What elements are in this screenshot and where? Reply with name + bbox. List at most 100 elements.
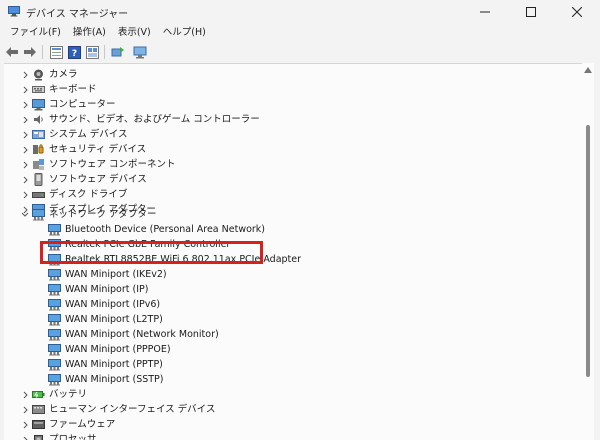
- network-adapter-icon: [48, 269, 61, 281]
- maximize-button[interactable]: [508, 0, 554, 24]
- tree-category-software-devices[interactable]: ソフトウェア デバイス: [4, 172, 564, 187]
- toolbar: ?: [0, 42, 600, 62]
- list-view-button[interactable]: [84, 44, 100, 60]
- tree-label: WAN Miniport (PPPOE): [65, 344, 171, 355]
- minimize-icon: [480, 11, 490, 13]
- tree-label: WAN Miniport (Network Monitor): [65, 329, 219, 340]
- network-adapter-icon: [48, 284, 61, 296]
- expand-chevron-icon[interactable]: [20, 127, 30, 142]
- expand-chevron-icon[interactable]: [20, 417, 30, 432]
- network-adapter-icon: [48, 344, 61, 356]
- tree-label: WAN Miniport (IP): [65, 284, 149, 295]
- sound-icon: [34, 115, 43, 124]
- menu-action[interactable]: 操作(A): [67, 24, 112, 42]
- expand-chevron-icon[interactable]: [20, 82, 30, 97]
- scroll-up-arrow-icon[interactable]: [584, 67, 592, 73]
- expand-chevron-icon[interactable]: [20, 432, 30, 440]
- network-adapter-icon: [48, 314, 61, 326]
- device-manager-app-icon: [8, 6, 20, 17]
- tree-label: カメラ: [49, 69, 78, 80]
- expand-chevron-icon[interactable]: [20, 172, 30, 187]
- processor-icon: [34, 435, 43, 440]
- svg-text:?: ?: [71, 49, 76, 59]
- computer-icon: [32, 99, 45, 111]
- expand-chevron-icon[interactable]: [20, 67, 30, 82]
- back-arrow-icon: [6, 47, 18, 57]
- network-adapter-icon: [48, 299, 61, 311]
- update-driver-icon: [111, 46, 124, 56]
- scan-hardware-button[interactable]: [132, 44, 148, 60]
- tree-category-disk-drives[interactable]: ディスク ドライブ: [4, 187, 564, 202]
- help-button[interactable]: ?: [66, 44, 82, 60]
- vertical-scrollbar[interactable]: [582, 63, 594, 440]
- network-adapter-item[interactable]: WAN Miniport (SSTP): [4, 372, 564, 387]
- disk-drive-icon: [32, 192, 45, 198]
- hid-icon: [32, 405, 45, 414]
- tree-label: サウンド、ビデオ、およびゲーム コントローラー: [49, 114, 260, 125]
- collapse-chevron-icon[interactable]: [20, 207, 30, 222]
- menu-help[interactable]: ヘルプ(H): [157, 24, 212, 42]
- properties-icon: [49, 45, 63, 59]
- toolbar-separator: [104, 45, 105, 59]
- help-icon: ?: [67, 45, 81, 59]
- scan-hardware-icon: [133, 46, 147, 58]
- tree-category-firmware[interactable]: ファームウェア: [4, 417, 564, 432]
- tree-category-processors[interactable]: プロセッサ: [4, 432, 564, 440]
- forward-button[interactable]: [22, 44, 38, 60]
- tree-label: WAN Miniport (PPTP): [65, 359, 163, 370]
- system-device-icon: [32, 130, 45, 139]
- network-adapter-item[interactable]: WAN Miniport (IP): [4, 282, 564, 297]
- tree-category-system-devices[interactable]: システム デバイス: [4, 127, 564, 142]
- expand-chevron-icon[interactable]: [20, 97, 30, 112]
- scrollbar-thumb[interactable]: [586, 125, 590, 377]
- tree-category-keyboard[interactable]: キーボード: [4, 82, 564, 97]
- expand-chevron-icon[interactable]: [20, 402, 30, 417]
- menu-file[interactable]: ファイル(F): [4, 24, 67, 42]
- expand-chevron-icon[interactable]: [20, 142, 30, 157]
- close-button[interactable]: [554, 0, 600, 24]
- minimize-button[interactable]: [462, 0, 508, 24]
- tree-category-security-devices[interactable]: セキュリティ デバイス: [4, 142, 564, 157]
- tree-category-network-adapters[interactable]: ネットワーク アダプター: [4, 207, 564, 222]
- maximize-icon: [526, 7, 536, 17]
- network-adapter-item[interactable]: WAN Miniport (L2TP): [4, 312, 564, 327]
- back-button[interactable]: [4, 44, 20, 60]
- tree-label: ネットワーク アダプター: [49, 209, 157, 220]
- security-device-icon: [33, 144, 44, 154]
- device-tree: カメラ キーボード コンピューター サウンド、ビデオ、およびゲーム コントローラ…: [4, 63, 594, 440]
- tree-category-camera[interactable]: カメラ: [4, 67, 564, 82]
- forward-arrow-icon: [24, 47, 36, 57]
- expand-chevron-icon[interactable]: [20, 387, 30, 402]
- tree-category-hid[interactable]: ヒューマン インターフェイス デバイス: [4, 402, 564, 417]
- battery-icon: [32, 391, 45, 398]
- tree-category-computer[interactable]: コンピューター: [4, 97, 564, 112]
- tree-label: システム デバイス: [49, 129, 128, 140]
- software-component-icon: [33, 159, 44, 170]
- update-driver-button[interactable]: [110, 44, 126, 60]
- software-device-icon: [34, 173, 43, 186]
- tree-label: WAN Miniport (L2TP): [65, 314, 163, 325]
- expand-chevron-icon[interactable]: [20, 157, 30, 172]
- network-adapter-item[interactable]: WAN Miniport (IKEv2): [4, 267, 564, 282]
- network-adapter-item[interactable]: WAN Miniport (Network Monitor): [4, 327, 564, 342]
- network-adapter-icon: [48, 224, 61, 236]
- network-adapter-icon: [48, 374, 61, 386]
- network-adapter-item[interactable]: Bluetooth Device (Personal Area Network): [4, 222, 564, 237]
- device-manager-window: デバイス マネージャー ファイル(F) 操作(A) 表示(V) ヘルプ(H) ?: [0, 0, 600, 440]
- network-adapter-item[interactable]: WAN Miniport (PPTP): [4, 357, 564, 372]
- tree-category-batteries[interactable]: バッテリ: [4, 387, 564, 402]
- keyboard-icon: [32, 86, 45, 93]
- firmware-icon: [32, 420, 45, 429]
- network-adapter-item[interactable]: WAN Miniport (IPv6): [4, 297, 564, 312]
- tree-label: ファームウェア: [49, 419, 116, 430]
- expand-chevron-icon[interactable]: [20, 112, 30, 127]
- properties-button[interactable]: [48, 44, 64, 60]
- network-adapter-item[interactable]: WAN Miniport (PPPOE): [4, 342, 564, 357]
- menu-view[interactable]: 表示(V): [112, 24, 157, 42]
- expand-chevron-icon[interactable]: [20, 187, 30, 202]
- tree-label: ディスク ドライブ: [49, 189, 128, 200]
- tree-label: WAN Miniport (IPv6): [65, 299, 161, 310]
- tree-category-software-components[interactable]: ソフトウェア コンポーネント: [4, 157, 564, 172]
- tree-label: バッテリ: [49, 389, 88, 400]
- tree-category-sound[interactable]: サウンド、ビデオ、およびゲーム コントローラー: [4, 112, 564, 127]
